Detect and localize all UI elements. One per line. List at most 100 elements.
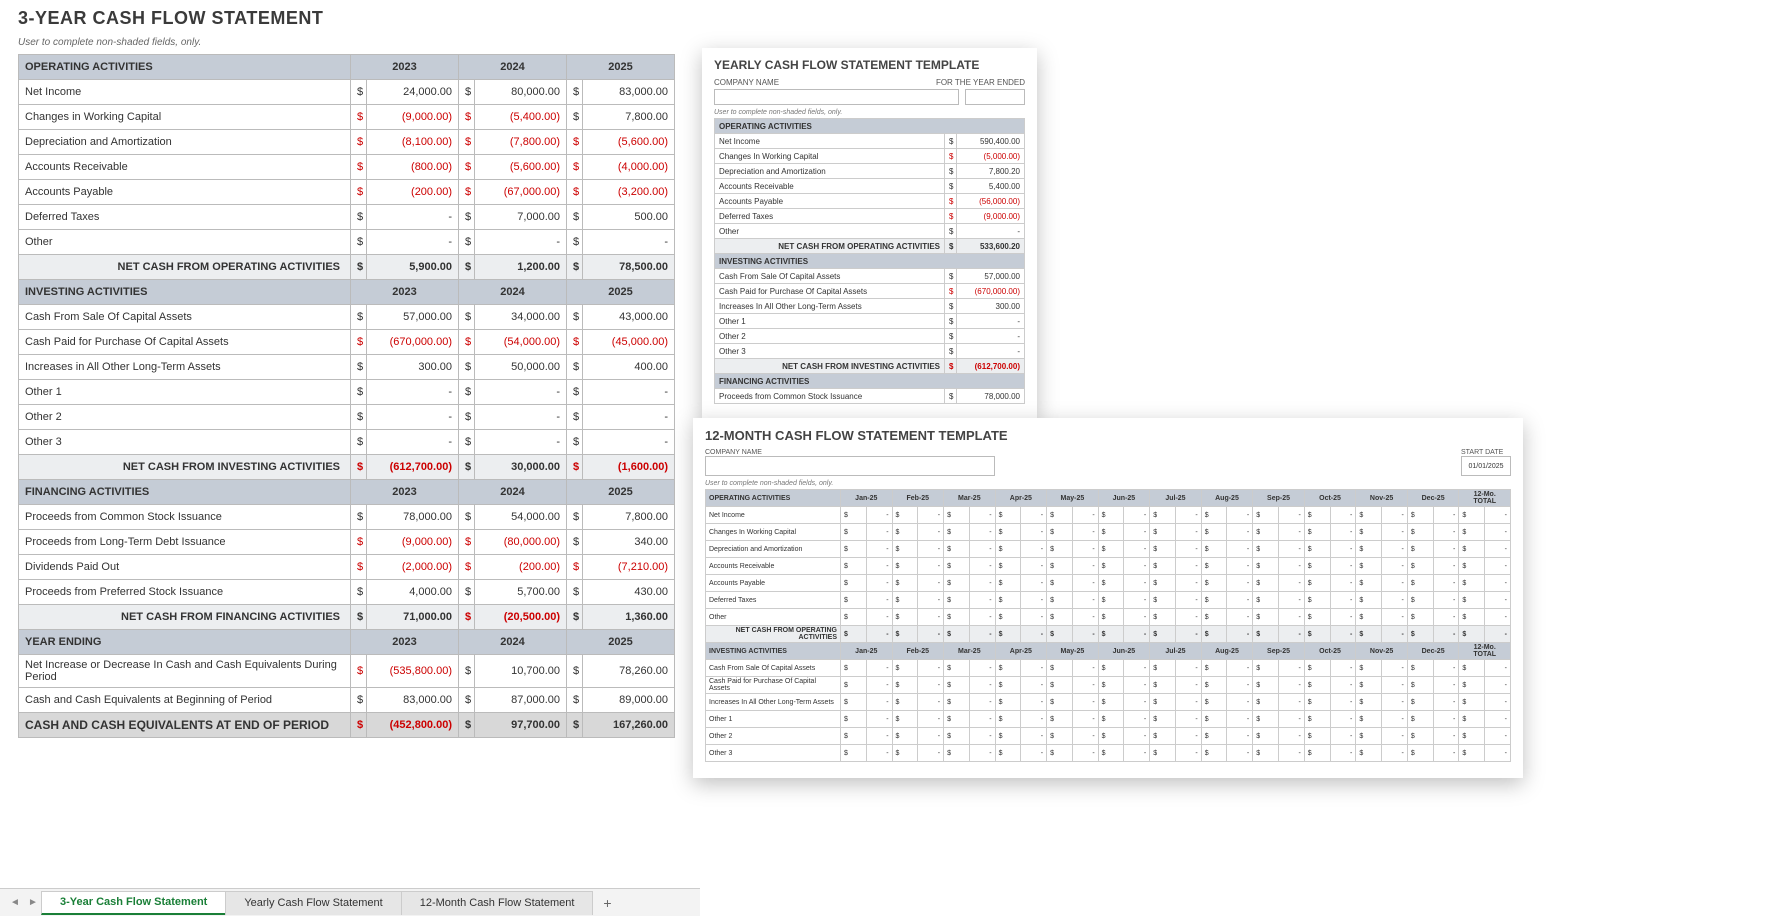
value-cell[interactable]: 430.00 bbox=[583, 580, 675, 605]
monthly-value[interactable]: - bbox=[1021, 524, 1047, 541]
yearly-value[interactable]: (56,000.00) bbox=[957, 194, 1025, 209]
monthly-value[interactable]: - bbox=[1072, 728, 1098, 745]
monthly-value[interactable]: - bbox=[1433, 728, 1459, 745]
yearly-value[interactable]: (5,000.00) bbox=[957, 149, 1025, 164]
monthly-value[interactable]: - bbox=[1021, 728, 1047, 745]
value-cell[interactable]: 87,000.00 bbox=[475, 688, 567, 713]
monthly-value[interactable]: - bbox=[969, 609, 995, 626]
monthly-value[interactable]: - bbox=[866, 745, 892, 762]
value-cell[interactable]: (5,400.00) bbox=[475, 105, 567, 130]
monthly-value[interactable]: - bbox=[1175, 507, 1201, 524]
monthly-value[interactable]: - bbox=[1279, 660, 1305, 677]
value-cell[interactable]: - bbox=[367, 205, 459, 230]
monthly-value[interactable]: - bbox=[969, 694, 995, 711]
monthly-value[interactable]: - bbox=[1124, 558, 1150, 575]
monthly-value[interactable]: - bbox=[1124, 677, 1150, 694]
value-cell[interactable]: (535,800.00) bbox=[367, 655, 459, 688]
monthly-value[interactable]: - bbox=[1485, 592, 1511, 609]
monthly-value[interactable]: - bbox=[1433, 558, 1459, 575]
monthly-value[interactable]: - bbox=[969, 541, 995, 558]
monthly-value[interactable]: - bbox=[918, 660, 944, 677]
value-cell[interactable]: 83,000.00 bbox=[583, 80, 675, 105]
monthly-value[interactable]: - bbox=[918, 711, 944, 728]
monthly-value[interactable]: - bbox=[1021, 575, 1047, 592]
monthly-value[interactable]: - bbox=[918, 507, 944, 524]
value-cell[interactable]: - bbox=[475, 430, 567, 455]
monthly-value[interactable]: - bbox=[1021, 507, 1047, 524]
tab-yearly[interactable]: Yearly Cash Flow Statement bbox=[225, 891, 401, 915]
value-cell[interactable]: - bbox=[583, 430, 675, 455]
monthly-value[interactable]: - bbox=[866, 558, 892, 575]
monthly-value[interactable]: - bbox=[1227, 507, 1253, 524]
value-cell[interactable]: (5,600.00) bbox=[583, 130, 675, 155]
monthly-value[interactable]: - bbox=[1175, 694, 1201, 711]
monthly-value[interactable]: - bbox=[1227, 745, 1253, 762]
value-cell[interactable]: - bbox=[475, 230, 567, 255]
monthly-value[interactable]: - bbox=[1175, 711, 1201, 728]
monthly-value[interactable]: - bbox=[1485, 507, 1511, 524]
monthly-value[interactable]: - bbox=[969, 592, 995, 609]
monthly-value[interactable]: - bbox=[1330, 541, 1356, 558]
monthly-value[interactable]: - bbox=[1227, 694, 1253, 711]
monthly-value[interactable]: - bbox=[918, 694, 944, 711]
monthly-value[interactable]: - bbox=[1330, 558, 1356, 575]
monthly-value[interactable]: - bbox=[969, 745, 995, 762]
value-cell[interactable]: (67,000.00) bbox=[475, 180, 567, 205]
add-sheet-button[interactable]: + bbox=[597, 895, 617, 911]
monthly-value[interactable]: - bbox=[969, 728, 995, 745]
monthly-value[interactable]: - bbox=[1485, 524, 1511, 541]
yearly-value[interactable]: - bbox=[957, 329, 1025, 344]
value-cell[interactable]: 78,260.00 bbox=[583, 655, 675, 688]
monthly-value[interactable]: - bbox=[1124, 711, 1150, 728]
monthly-value[interactable]: - bbox=[1124, 728, 1150, 745]
yearly-value[interactable]: 300.00 bbox=[957, 299, 1025, 314]
value-cell[interactable]: (7,210.00) bbox=[583, 555, 675, 580]
value-cell[interactable]: 7,800.00 bbox=[583, 505, 675, 530]
value-cell[interactable]: - bbox=[367, 380, 459, 405]
monthly-value[interactable]: - bbox=[1433, 541, 1459, 558]
monthly-value[interactable]: - bbox=[1382, 575, 1408, 592]
monthly-value[interactable]: - bbox=[969, 677, 995, 694]
monthly-value[interactable]: - bbox=[1485, 558, 1511, 575]
value-cell[interactable]: 400.00 bbox=[583, 355, 675, 380]
monthly-value[interactable]: - bbox=[1175, 745, 1201, 762]
value-cell[interactable]: 89,000.00 bbox=[583, 688, 675, 713]
monthly-value[interactable]: - bbox=[1227, 575, 1253, 592]
monthly-value[interactable]: - bbox=[1330, 745, 1356, 762]
monthly-value[interactable]: - bbox=[1433, 711, 1459, 728]
value-cell[interactable]: 7,800.00 bbox=[583, 105, 675, 130]
monthly-value[interactable]: - bbox=[1279, 524, 1305, 541]
value-cell[interactable]: (5,600.00) bbox=[475, 155, 567, 180]
monthly-value[interactable]: - bbox=[1279, 728, 1305, 745]
monthly-value[interactable]: - bbox=[1279, 711, 1305, 728]
monthly-value[interactable]: - bbox=[1433, 694, 1459, 711]
value-cell[interactable]: - bbox=[583, 405, 675, 430]
monthly-value[interactable]: - bbox=[1227, 592, 1253, 609]
value-cell[interactable]: - bbox=[367, 230, 459, 255]
monthly-value[interactable]: - bbox=[1485, 745, 1511, 762]
monthly-value[interactable]: - bbox=[866, 711, 892, 728]
monthly-value[interactable]: - bbox=[1124, 507, 1150, 524]
monthly-value[interactable]: - bbox=[1227, 711, 1253, 728]
monthly-value[interactable]: - bbox=[1072, 541, 1098, 558]
value-cell[interactable]: (670,000.00) bbox=[367, 330, 459, 355]
monthly-value[interactable]: - bbox=[1433, 524, 1459, 541]
monthly-value[interactable]: - bbox=[866, 677, 892, 694]
monthly-value[interactable]: - bbox=[969, 524, 995, 541]
monthly-value[interactable]: - bbox=[1175, 592, 1201, 609]
value-cell[interactable]: (3,200.00) bbox=[583, 180, 675, 205]
value-cell[interactable]: 78,000.00 bbox=[367, 505, 459, 530]
value-cell[interactable]: - bbox=[583, 230, 675, 255]
monthly-value[interactable]: - bbox=[1175, 558, 1201, 575]
yearly-value[interactable]: - bbox=[957, 344, 1025, 359]
monthly-value[interactable]: - bbox=[1382, 524, 1408, 541]
monthly-value[interactable]: - bbox=[1382, 745, 1408, 762]
monthly-value[interactable]: - bbox=[1124, 745, 1150, 762]
monthly-value[interactable]: - bbox=[1279, 507, 1305, 524]
monthly-value[interactable]: - bbox=[1382, 609, 1408, 626]
monthly-value[interactable]: - bbox=[1175, 524, 1201, 541]
value-cell[interactable]: 500.00 bbox=[583, 205, 675, 230]
monthly-value[interactable]: - bbox=[1433, 745, 1459, 762]
monthly-value[interactable]: - bbox=[918, 524, 944, 541]
monthly-value[interactable]: - bbox=[1072, 524, 1098, 541]
